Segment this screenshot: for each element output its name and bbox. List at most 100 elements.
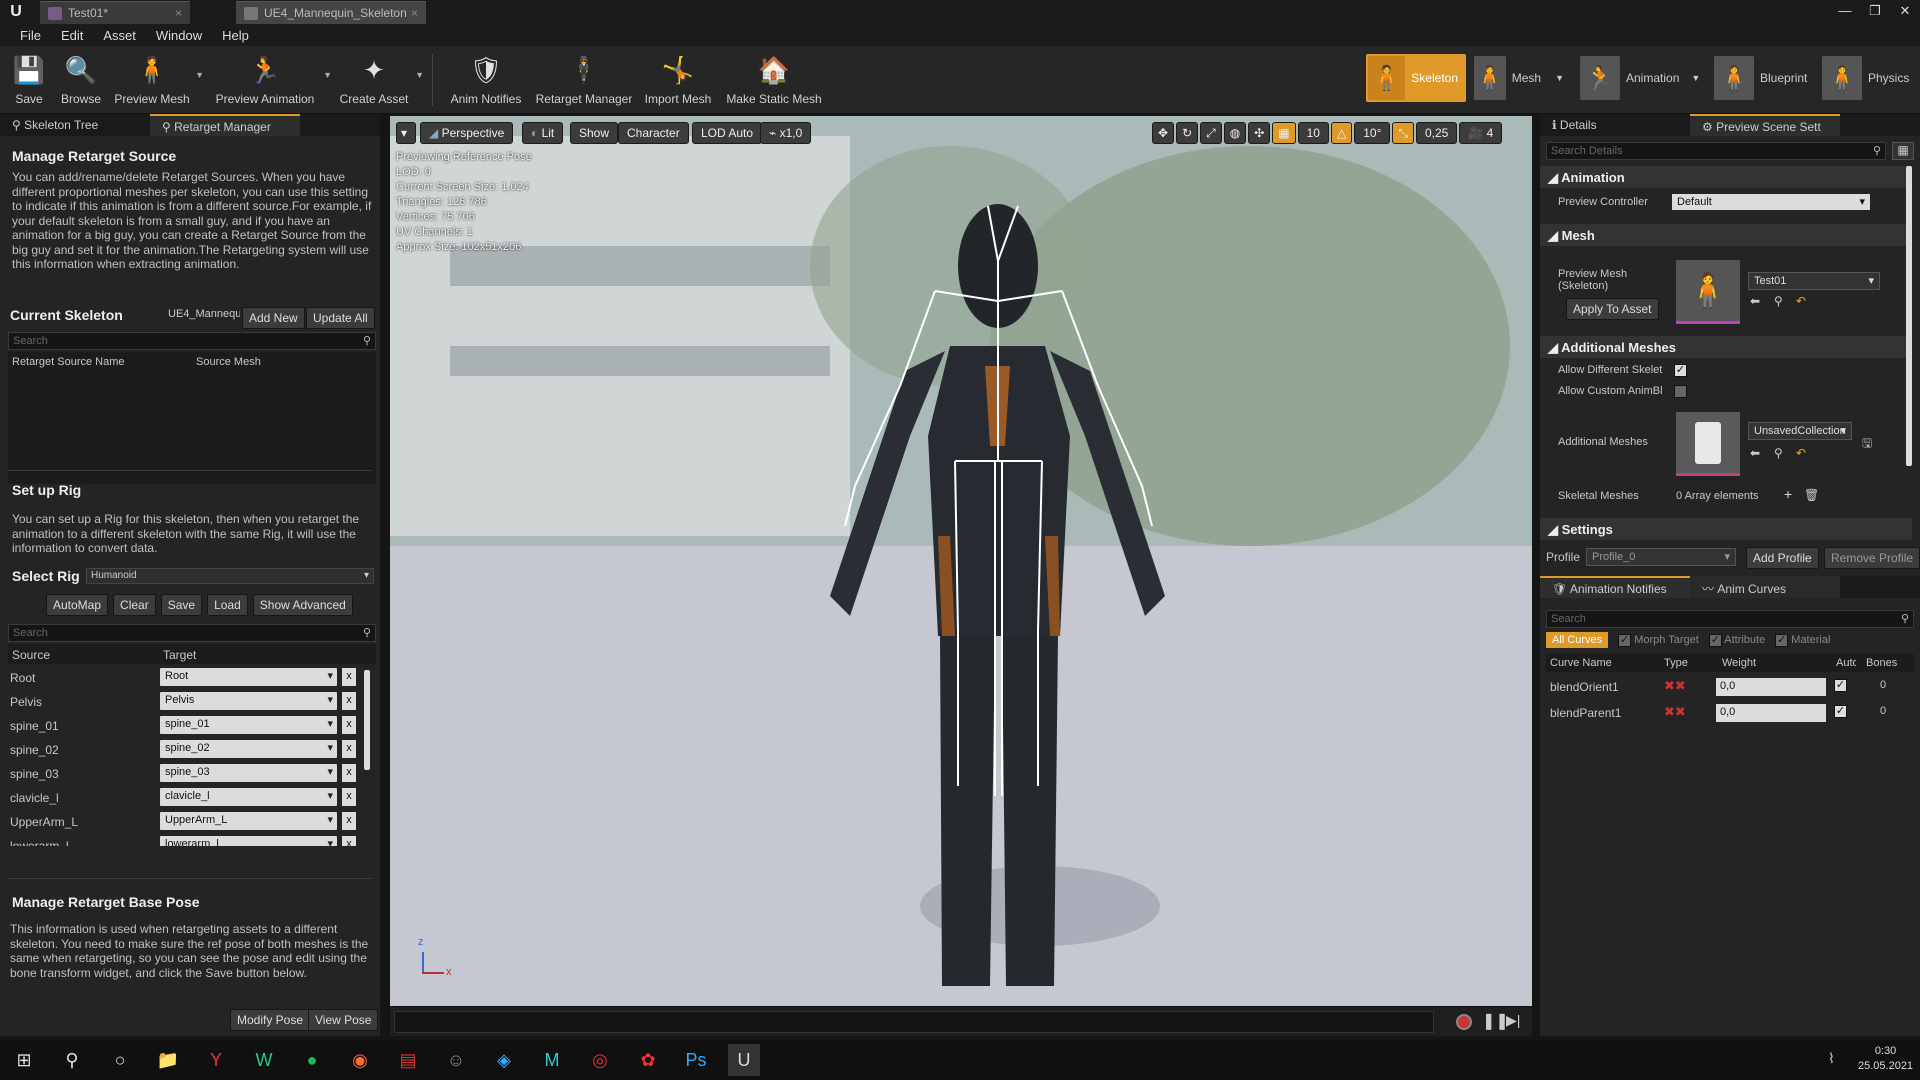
add-profile-button[interactable]: Add Profile — [1746, 547, 1819, 569]
lit-button[interactable]: ◐ Lit — [522, 122, 564, 144]
collection-thumbnail[interactable] — [1676, 412, 1740, 476]
curve-weight-input[interactable]: 0,0 — [1716, 678, 1826, 696]
category-settings[interactable]: ◢ Settings — [1540, 518, 1912, 540]
mode-animation-button[interactable]: 🏃 Animation ▼ — [1578, 54, 1712, 102]
clear-button[interactable]: Clear — [113, 594, 156, 616]
clear-mapping-button[interactable]: x — [342, 812, 356, 830]
target-bone-select[interactable]: UpperArm_L — [160, 812, 337, 830]
category-animation[interactable]: ◢ Animation — [1540, 166, 1912, 188]
lod-button[interactable]: LOD Auto — [692, 122, 763, 144]
clear-mapping-button[interactable]: x — [342, 788, 356, 806]
automap-button[interactable]: AutoMap — [46, 594, 109, 616]
tab-skeleton-tree[interactable]: ⚲ Skeleton Tree — [0, 114, 150, 136]
app-m-icon[interactable]: M — [536, 1044, 568, 1076]
windows-start-icon[interactable]: ⊞ — [8, 1044, 40, 1076]
view-options-button[interactable]: ▦ — [1892, 142, 1914, 160]
clear-mapping-button[interactable]: x — [342, 716, 356, 734]
document-tab-skeleton[interactable]: UE4_Mannequin_Skeleton × — [236, 1, 426, 24]
document-tab-test01[interactable]: Test01* × — [40, 1, 190, 24]
filter-attribute[interactable]: ✓ Attribute — [1708, 633, 1765, 647]
curves-search-input[interactable]: Search ⚲ — [1546, 610, 1914, 628]
retarget-manager-button[interactable]: 🕴 Retarget Manager — [532, 46, 636, 114]
surface-snap-icon[interactable]: ✣ — [1248, 122, 1271, 144]
target-bone-select[interactable]: spine_02 — [160, 740, 337, 758]
save-collection-icon[interactable]: 🖫 — [1862, 434, 1872, 455]
filter-material[interactable]: ✓ Material — [1775, 633, 1830, 647]
menu-file[interactable]: File — [10, 24, 51, 46]
mode-mesh-button[interactable]: 🧍 Mesh ▼ — [1472, 54, 1572, 102]
clear-mapping-button[interactable]: x — [342, 764, 356, 782]
preview-mesh-button[interactable]: 🧍 Preview Mesh ▼ — [112, 46, 204, 114]
record-button[interactable] — [1456, 1014, 1472, 1030]
clear-mapping-button[interactable]: x — [342, 836, 356, 846]
close-window-button[interactable]: ✕ — [1890, 0, 1920, 24]
camera-speed-button[interactable]: 🎥 4 — [1459, 122, 1503, 144]
make-static-mesh-button[interactable]: 🏠 Make Static Mesh — [722, 46, 826, 114]
cortana-icon[interactable]: ○ — [104, 1044, 136, 1076]
browse-asset-icon[interactable]: ⚲ — [1774, 294, 1783, 308]
menu-help[interactable]: Help — [212, 24, 259, 46]
preview-animation-button[interactable]: 🏃 Preview Animation ▼ — [210, 46, 332, 114]
spotify-icon[interactable]: ● — [296, 1044, 328, 1076]
yandex-browser-icon[interactable]: Y — [200, 1044, 232, 1076]
browse-asset-icon[interactable]: ⚲ — [1774, 446, 1783, 460]
tab-retarget-manager[interactable]: ⚲ Retarget Manager — [150, 114, 300, 136]
anim-notifies-button[interactable]: 🛡 Anim Notifies — [446, 46, 526, 114]
curve-weight-input[interactable]: 0,0 — [1716, 704, 1826, 722]
pause-button[interactable]: ❚❚ — [1482, 1011, 1509, 1031]
target-bone-select[interactable]: Root — [160, 668, 337, 686]
menu-window[interactable]: Window — [146, 24, 212, 46]
remove-profile-button[interactable]: Remove Profile — [1824, 547, 1920, 569]
character-button[interactable]: Character — [618, 122, 689, 144]
unreal-engine-icon[interactable]: U — [728, 1044, 760, 1076]
grid-snap-icon[interactable]: ▦ — [1272, 122, 1296, 144]
update-all-button[interactable]: Update All — [306, 307, 375, 329]
category-additional-meshes[interactable]: ◢ Additional Meshes — [1540, 336, 1912, 358]
clear-mapping-button[interactable]: x — [342, 668, 356, 686]
target-bone-select[interactable]: lowerarm_l — [160, 836, 337, 846]
world-space-icon[interactable]: ◍ — [1223, 122, 1247, 144]
rig-table-scrollbar[interactable] — [364, 670, 370, 770]
rotation-snap-value[interactable]: 10° — [1354, 122, 1391, 144]
app-icon[interactable]: ◎ — [584, 1044, 616, 1076]
scale-icon[interactable]: ⤢ — [1200, 122, 1222, 144]
target-bone-select[interactable]: Pelvis — [160, 692, 337, 710]
clear-mapping-button[interactable]: x — [342, 692, 356, 710]
filter-morph-target[interactable]: ✓ Morph Target — [1618, 633, 1699, 647]
discord-icon[interactable]: ☺ — [440, 1044, 472, 1076]
close-icon[interactable]: × — [411, 6, 418, 20]
voicemeeter-icon[interactable]: ▤ — [392, 1044, 424, 1076]
show-button[interactable]: Show — [570, 122, 619, 144]
preview-mesh-thumbnail[interactable]: 🧍 — [1676, 260, 1740, 324]
rig-select[interactable]: Humanoid ▾ — [86, 568, 374, 584]
category-mesh[interactable]: ◢ Mesh — [1540, 224, 1912, 246]
photoshop-icon[interactable]: Ps — [680, 1044, 712, 1076]
menu-asset[interactable]: Asset — [93, 24, 146, 46]
browse-button[interactable]: 🔍 Browse — [58, 46, 104, 114]
allow-custom-animbp-checkbox[interactable] — [1674, 385, 1687, 398]
viewport-options-button[interactable]: ▾ — [396, 122, 416, 144]
details-search-input[interactable]: Search Details ⚲ — [1546, 142, 1886, 160]
details-scrollbar[interactable] — [1906, 166, 1912, 466]
app-icon[interactable]: ◈ — [488, 1044, 520, 1076]
chevron-down-icon[interactable]: ▼ — [323, 70, 332, 80]
reset-icon[interactable]: ↶ — [1796, 446, 1806, 460]
chevron-down-icon[interactable]: ▼ — [195, 70, 204, 80]
translate-icon[interactable]: ✥ — [1152, 122, 1175, 144]
target-bone-select[interactable]: clavicle_l — [160, 788, 337, 806]
network-icon[interactable]: ⌇ — [1828, 1050, 1835, 1067]
save-rig-button[interactable]: Save — [160, 594, 203, 616]
timeline-scrubber[interactable] — [394, 1011, 1434, 1033]
modify-pose-button[interactable]: Modify Pose — [230, 1009, 311, 1031]
search-icon[interactable]: ⚲ — [56, 1044, 88, 1076]
perspective-button[interactable]: ◢ Perspective — [420, 122, 514, 144]
step-forward-button[interactable]: ▶| — [1506, 1012, 1520, 1029]
collection-select[interactable]: UnsavedCollection — [1748, 422, 1852, 440]
view-pose-button[interactable]: View Pose — [308, 1009, 379, 1031]
clock[interactable]: 0:30 25.05.2021 — [1858, 1044, 1913, 1074]
auto-checkbox[interactable]: ✓ — [1834, 705, 1847, 718]
preview-controller-select[interactable]: Default — [1672, 194, 1870, 210]
app-icon[interactable]: ✿ — [632, 1044, 664, 1076]
clear-mapping-button[interactable]: x — [342, 740, 356, 758]
whatsapp-icon[interactable]: W — [248, 1044, 280, 1076]
